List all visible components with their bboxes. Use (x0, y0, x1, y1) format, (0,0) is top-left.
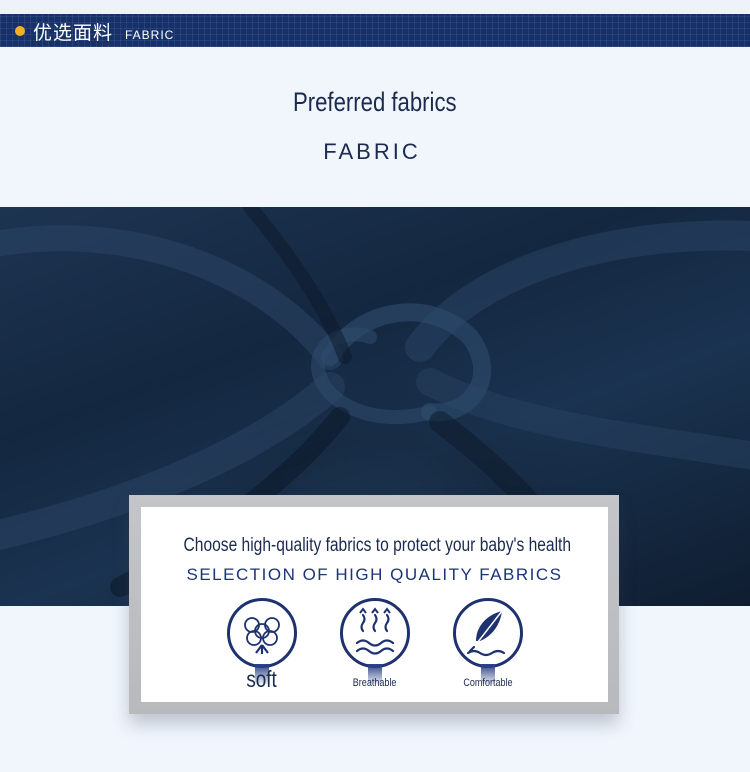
banner-title-en: FABRIC (125, 28, 175, 42)
feather-icon (453, 598, 523, 668)
section-title: Preferred fabrics (293, 87, 457, 117)
feature-label: soft (246, 666, 278, 692)
card-headline: Choose high-quality fabrics to protect y… (183, 535, 572, 556)
card-subheadline: SELECTION OF HIGH QUALITY FABRICS (186, 565, 563, 584)
section-subtitle: FABRIC (323, 139, 421, 164)
feature-card: Choose high-quality fabrics to protect y… (141, 507, 608, 702)
breathable-icon (340, 598, 410, 668)
section-banner: 优选面料 FABRIC (0, 14, 750, 47)
feature-comfortable: Comfortable (453, 598, 523, 698)
banner-dot-icon (15, 26, 25, 36)
feature-breathable: Breathable (340, 598, 410, 698)
feature-soft: soft (227, 598, 297, 698)
cotton-icon (227, 598, 297, 668)
feature-label: Breathable (353, 677, 397, 689)
top-strip (0, 0, 750, 14)
feature-label: Comfortable (463, 677, 513, 689)
banner-title-cn: 优选面料 (33, 22, 114, 44)
